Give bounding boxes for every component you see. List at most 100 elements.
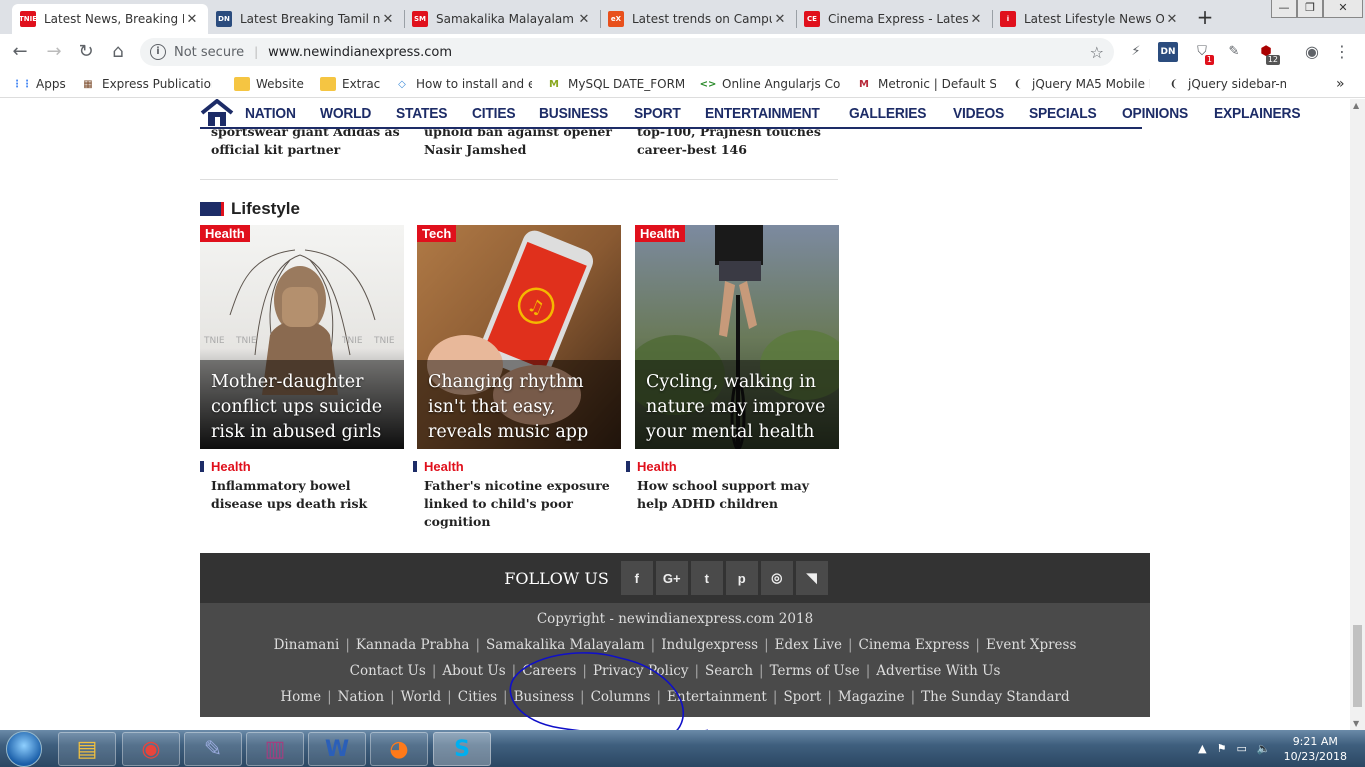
tab-close-icon[interactable]: ✕ (380, 12, 396, 27)
footer-link[interactable]: Cities (458, 689, 497, 705)
extension-dn-icon[interactable]: DN (1158, 42, 1178, 62)
bookmark-star-icon[interactable]: ☆ (1090, 43, 1104, 62)
nav-item-videos[interactable]: VIDEOS (953, 105, 1004, 122)
instagram-icon[interactable]: ◎ (760, 561, 793, 595)
footer-link[interactable]: Cinema Express (859, 637, 970, 653)
page-scrollbar[interactable]: ▲ ▼ (1350, 99, 1365, 730)
site-home-icon[interactable] (200, 99, 234, 127)
tray-up-arrow-icon[interactable]: ▲ (1198, 742, 1206, 755)
extension-shield-icon[interactable]: ⛉ 1 (1192, 42, 1214, 65)
footer-link[interactable]: Sport (783, 689, 821, 705)
footer-link[interactable]: Event Xpress (986, 637, 1076, 653)
bookmark-item[interactable]: <> Online Angularjs Con (700, 76, 840, 92)
browser-tab[interactable]: SM Samakalika Malayalam - ✕ (404, 4, 600, 34)
home-icon[interactable]: ⌂ (106, 41, 130, 63)
browser-tab[interactable]: DN Latest Breaking Tamil ne ✕ (208, 4, 404, 34)
story-headline[interactable]: Changing rhythm isn't that easy, reveals… (428, 370, 613, 445)
story-title[interactable]: How school support may help ADHD childre… (637, 477, 826, 513)
forward-icon[interactable]: → (42, 41, 66, 63)
story-headline[interactable]: Cycling, walking in nature may improve y… (646, 370, 831, 445)
word-taskbar-button[interactable]: W (308, 732, 366, 766)
category-label[interactable]: Health (200, 459, 400, 474)
network-icon[interactable]: ▭ (1236, 742, 1246, 755)
story-title[interactable]: Father's nicotine exposure linked to chi… (424, 477, 613, 531)
footer-link[interactable]: Contact Us (350, 663, 426, 679)
minimize-button[interactable]: — (1271, 0, 1297, 18)
category-badge[interactable]: Health (635, 225, 685, 242)
footer-link[interactable]: Dinamani (274, 637, 340, 653)
bookmark-item[interactable]: ❨ jQuery MA5 Mobile M (1010, 76, 1150, 92)
tab-close-icon[interactable]: ✕ (184, 12, 200, 27)
footer-link[interactable]: The Sunday Standard (921, 689, 1069, 705)
rss-icon[interactable]: ◥ (795, 561, 828, 595)
tab-close-icon[interactable]: ✕ (1164, 12, 1180, 27)
browser-tab[interactable]: CE Cinema Express - Latest ✕ (796, 4, 992, 34)
nav-item-world[interactable]: WORLD (320, 105, 371, 122)
bookmark-item[interactable]: ◇ How to install and en (394, 76, 532, 92)
nav-item-sport[interactable]: SPORT (634, 105, 681, 122)
footer-link[interactable]: About Us (442, 663, 505, 679)
bookmark-item[interactable]: ▬ Extract (320, 76, 380, 92)
story-card[interactable]: TNIE TNIE TNIE TNIE Health Mother-daught… (200, 225, 404, 449)
back-icon[interactable]: ← (8, 41, 32, 63)
bookmark-item[interactable]: M Metronic | Default Sty (856, 76, 996, 92)
footer-link[interactable]: Kannada Prabha (356, 637, 470, 653)
footer-link[interactable]: Nation (338, 689, 384, 705)
more-bookmarks-button[interactable]: » (1336, 76, 1345, 92)
bookmark-item[interactable]: ▬ Website (234, 76, 304, 92)
nav-item-business[interactable]: BUSINESS (539, 105, 608, 122)
clock[interactable]: 9:21 AM 10/23/2018 (1284, 734, 1347, 764)
profile-icon[interactable]: ◉ (1302, 42, 1322, 62)
nav-item-galleries[interactable]: GALLERIES (849, 105, 927, 122)
restore-button[interactable]: ❐ (1297, 0, 1323, 18)
footer-link[interactable]: Terms of Use (770, 663, 860, 679)
tab-close-icon[interactable]: ✕ (576, 12, 592, 27)
google-plus-icon[interactable]: G+ (655, 561, 688, 595)
explorer-taskbar-button[interactable]: ▤ (58, 732, 116, 766)
nav-item-opinions[interactable]: OPINIONS (1122, 105, 1188, 122)
bookmark-item[interactable]: ▦ Express Publications ( (80, 76, 212, 92)
story-headline[interactable]: Mother-daughter conflict ups suicide ris… (211, 370, 396, 445)
volume-icon[interactable]: 🔈 (1257, 742, 1271, 755)
extension-pen-icon[interactable]: ✎ (1224, 42, 1244, 62)
bookmark-item[interactable]: M MySQL DATE_FORMA (546, 76, 684, 92)
facebook-icon[interactable]: f (620, 561, 653, 595)
tab-close-icon[interactable]: ✕ (772, 12, 788, 27)
category-badge[interactable]: Tech (417, 225, 457, 242)
info-icon[interactable]: i (150, 44, 166, 60)
browser-tab[interactable]: eX Latest trends on Campus ✕ (600, 4, 796, 34)
extension-ublock-icon[interactable]: ⬢ 12 (1256, 42, 1280, 65)
tab-close-icon[interactable]: ✕ (968, 12, 984, 27)
category-label[interactable]: Health (413, 459, 613, 474)
footer-link[interactable]: Magazine (838, 689, 905, 705)
scrollbar-thumb[interactable] (1353, 625, 1362, 707)
start-button[interactable] (6, 731, 42, 767)
reload-icon[interactable]: ↻ (74, 41, 98, 63)
nav-item-entertainment[interactable]: ENTERTAINMENT (705, 105, 820, 122)
nav-item-explainers[interactable]: EXPLAINERS (1214, 105, 1301, 122)
story-title[interactable]: Inflammatory bowel disease ups death ris… (211, 477, 400, 513)
browser-tab[interactable]: i Latest Lifestyle News On ✕ (992, 4, 1188, 34)
chrome-taskbar-button[interactable]: ◉ (122, 732, 180, 766)
url-text[interactable]: www.newindianexpress.com (268, 45, 452, 60)
bookmark-item[interactable]: ❨ jQuery sidebar-menu (1166, 76, 1286, 92)
firefox-taskbar-button[interactable]: ◕ (370, 732, 428, 766)
footer-link[interactable]: World (401, 689, 442, 705)
scroll-down-icon[interactable]: ▼ (1353, 719, 1359, 728)
bookmark-item[interactable]: ⋮⋮ Apps (14, 76, 74, 92)
new-tab-button[interactable]: + (1192, 6, 1218, 30)
nav-item-cities[interactable]: CITIES (472, 105, 516, 122)
nav-item-specials[interactable]: SPECIALS (1029, 105, 1097, 122)
nav-item-nation[interactable]: NATION (245, 105, 296, 122)
menu-icon[interactable]: ⋮ (1332, 42, 1352, 62)
twitter-icon[interactable]: t (690, 561, 723, 595)
story-card[interactable]: ♫ Tech Changing rhythm isn't that easy, … (417, 225, 621, 449)
extension-bolt-icon[interactable]: ⚡ (1126, 42, 1146, 62)
category-badge[interactable]: Health (200, 225, 250, 242)
action-center-icon[interactable]: ⚑ (1217, 742, 1227, 755)
story-card[interactable]: Health Cycling, walking in nature may im… (635, 225, 839, 449)
footer-link[interactable]: Edex Live (775, 637, 842, 653)
scroll-up-icon[interactable]: ▲ (1353, 101, 1359, 110)
category-label[interactable]: Health (626, 459, 826, 474)
footer-link[interactable]: Home (280, 689, 321, 705)
